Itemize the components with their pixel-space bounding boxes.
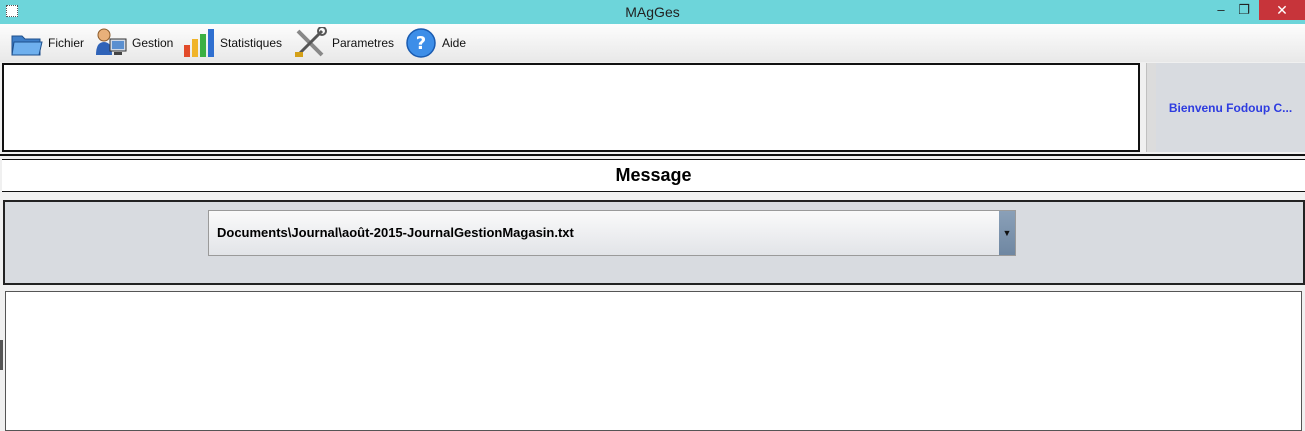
left-edge-marker: [0, 340, 3, 370]
menu-fichier-label: Fichier: [48, 36, 85, 50]
header-panel: [2, 63, 1140, 152]
journal-file-value: Documents\Journal\août-2015-JournalGesti…: [217, 225, 574, 240]
menu-bar: Fichier Gestion Statistiques Parametres: [0, 24, 1305, 62]
chevron-down-icon[interactable]: ▼: [999, 211, 1015, 255]
menu-gestion-label: Gestion: [132, 36, 174, 50]
menu-parametres[interactable]: Parametres: [294, 24, 394, 62]
help-icon: ?: [406, 28, 436, 58]
bar-chart-icon: [184, 29, 214, 57]
user-computer-icon: [96, 28, 127, 55]
window-title: MAgGes: [625, 4, 680, 20]
menu-statistiques-label: Statistiques: [220, 36, 283, 50]
close-button[interactable]: ✕: [1259, 0, 1305, 20]
folder-icon: [11, 35, 43, 56]
menu-gestion[interactable]: Gestion: [94, 24, 173, 62]
menu-fichier[interactable]: Fichier: [10, 24, 84, 62]
menu-aide-label: Aide: [442, 36, 467, 50]
welcome-label: Bienvenu Fodoup C...: [1156, 63, 1305, 152]
svg-text:?: ?: [416, 33, 426, 54]
journal-file-select[interactable]: Documents\Journal\août-2015-JournalGesti…: [208, 210, 1016, 256]
restore-button[interactable]: ❐: [1230, 0, 1258, 22]
menu-statistiques[interactable]: Statistiques: [182, 24, 282, 62]
separator: [0, 154, 1305, 156]
menu-aide[interactable]: ? Aide: [404, 24, 466, 62]
menu-parametres-label: Parametres: [332, 36, 395, 50]
journal-content-area[interactable]: [5, 291, 1302, 431]
title-bar: MAgGes – ❐ ✕: [0, 0, 1305, 24]
tools-icon: [295, 27, 327, 57]
message-title: Message: [2, 159, 1305, 192]
journal-panel: Documents\Journal\août-2015-JournalGesti…: [3, 200, 1305, 285]
